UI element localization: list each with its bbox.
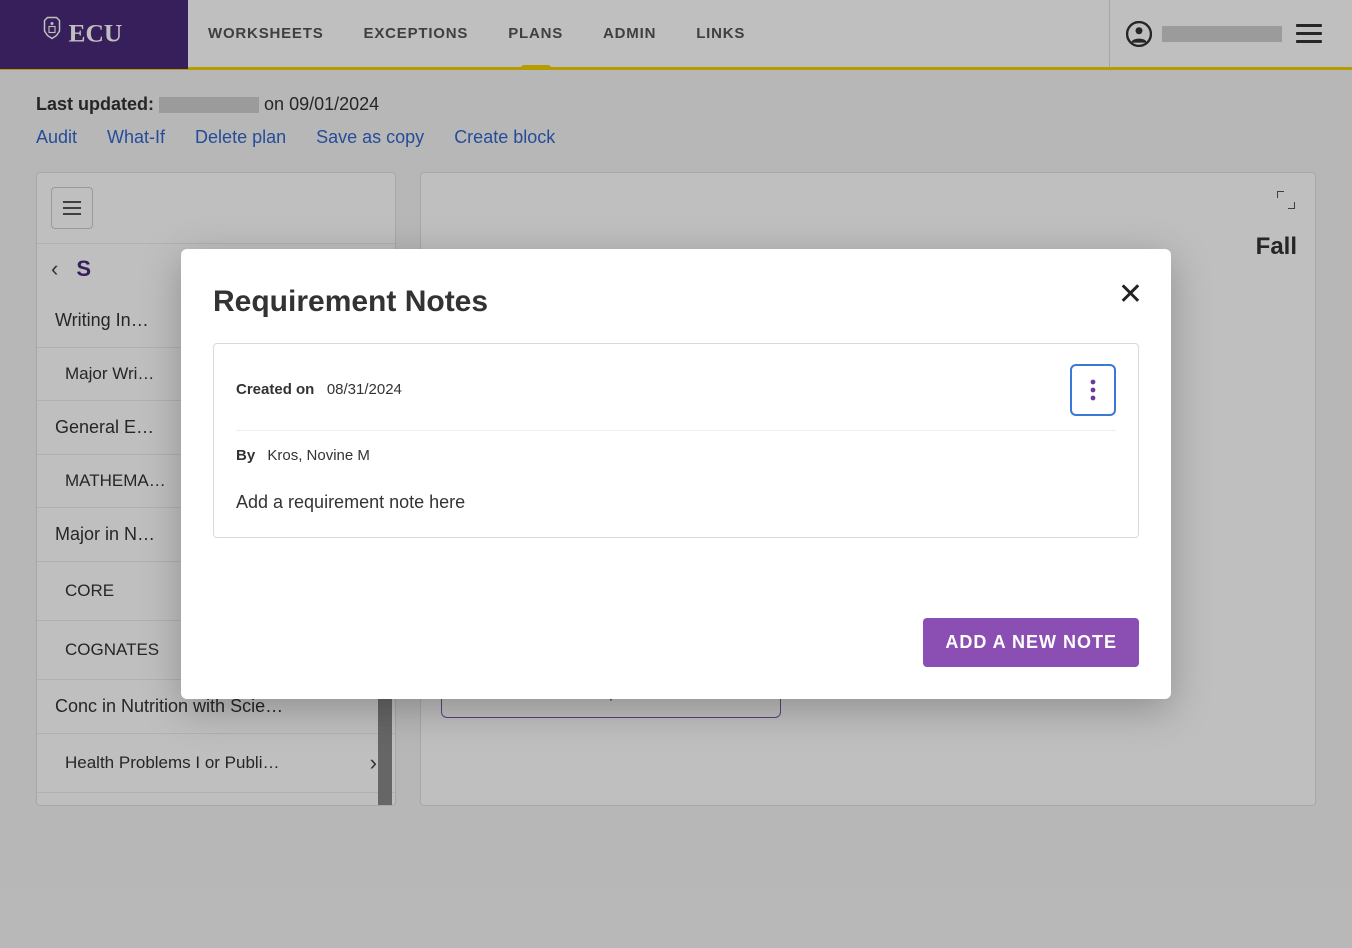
created-on-label: Created on xyxy=(236,381,314,398)
note-menu-button[interactable] xyxy=(1070,364,1116,416)
modal-title: Requirement Notes xyxy=(213,285,1139,319)
close-icon[interactable]: ✕ xyxy=(1118,277,1143,312)
note-card: Created on 08/31/2024 By Kros, Novine M … xyxy=(213,343,1139,538)
requirement-notes-modal: ✕ Requirement Notes Created on 08/31/202… xyxy=(181,249,1171,699)
kebab-icon xyxy=(1090,379,1096,401)
add-new-note-button[interactable]: ADD A NEW NOTE xyxy=(923,618,1139,667)
note-body: Add a requirement note here xyxy=(236,492,1116,513)
created-on-value: 08/31/2024 xyxy=(327,381,402,398)
by-label: By xyxy=(236,447,255,464)
by-value: Kros, Novine M xyxy=(267,447,370,464)
